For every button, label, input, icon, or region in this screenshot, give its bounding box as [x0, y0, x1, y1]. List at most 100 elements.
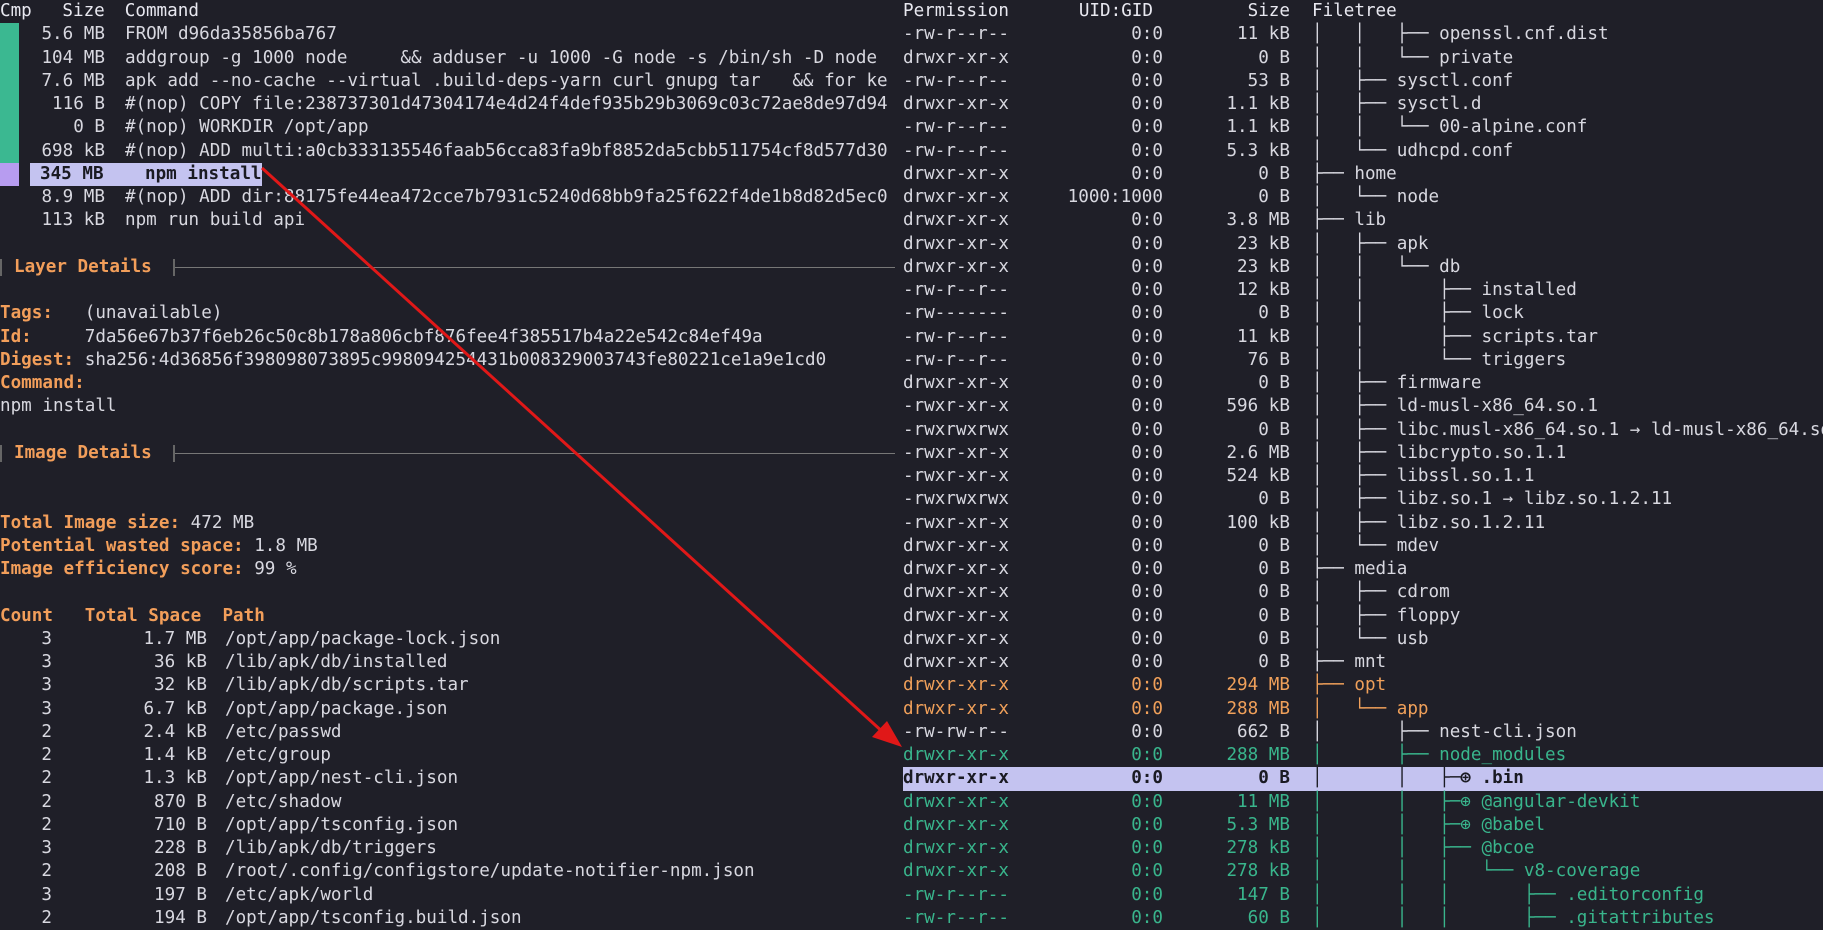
- file-uidgid: 0:0: [1131, 256, 1163, 277]
- layer-size: 8.9 MB: [41, 187, 105, 207]
- command-label: Command:: [0, 373, 85, 393]
- wasted-count: 3: [41, 698, 52, 719]
- filetree-row[interactable]: -rwxr-xr-x 0:0 596 kB │ ├── ld-musl-x86_64.…: [903, 395, 1823, 418]
- file-size: 11 MB: [1237, 791, 1290, 812]
- layer-row[interactable]: 7.6 MB apk add --no-cache --virtual .buil…: [0, 69, 895, 93]
- left-pane: Cmp Size Command 5.6 MB FROM d96da35856ba76…: [0, 0, 895, 928]
- wasted-count: 2: [41, 768, 52, 789]
- filetree-title: Filetree: [1312, 1, 1397, 21]
- layer-row[interactable]: 345 MB npm install: [0, 162, 895, 186]
- file-permission: drwxr-xr-x: [903, 373, 1009, 393]
- wasted-row: 3 6.7 kB/opt/app/package.json: [0, 698, 895, 721]
- wasted-total: 36 kB: [154, 652, 207, 672]
- filetree-row[interactable]: -rw-r--r-- 0:0 1.1 kB │ │ └── 00-alpine.con…: [903, 116, 1823, 139]
- filetree-row[interactable]: drwxr-xr-x 0:0 288 MB │ ├── node_modules: [903, 744, 1823, 767]
- filetree-row[interactable]: -rw-r--r-- 0:0 5.3 kB │ └── udhcpd.conf: [903, 140, 1823, 163]
- filetree-row[interactable]: drwxr-xr-x 0:0 0 B ├── home: [903, 163, 1823, 186]
- layer-row[interactable]: 8.9 MB #(nop) ADD dir:88175fe44ea472cce7b…: [0, 186, 895, 209]
- filetree-row[interactable]: -rw-r--r-- 0:0 12 kB │ │ ├── installed: [903, 279, 1823, 302]
- wasted-total: 710 B: [154, 814, 207, 835]
- filetree-row[interactable]: -rw-r--r-- 0:0 60 B │ │ │ ├── .gitattribute…: [903, 907, 1823, 930]
- file-uidgid: 1000:1000: [1067, 187, 1163, 207]
- filetree-row[interactable]: drwxr-xr-x 0:0 11 MB │ │ ├─⊕ @angular-devki…: [903, 791, 1823, 814]
- file-uidgid: 0:0: [1131, 47, 1163, 68]
- file-tree-entry: ├── mnt: [1312, 652, 1387, 672]
- filetree-row[interactable]: drwxr-xr-x 0:0 0 B │ │ └── private: [903, 47, 1823, 70]
- filetree-row[interactable]: drwxr-xr-x 0:0 1.1 kB │ ├── sysctl.d: [903, 93, 1823, 116]
- wasted-row: 3 228 B/lib/apk/db/triggers: [0, 837, 895, 860]
- filetree-row[interactable]: drwxr-xr-x 1000:1000 0 B │ └── node: [903, 186, 1823, 209]
- filetree-row[interactable]: drwxr-xr-x 0:0 5.3 MB │ │ ├─⊕ @babel: [903, 814, 1823, 837]
- filetree-row[interactable]: -rw------- 0:0 0 B │ │ ├── lock: [903, 302, 1823, 325]
- wasted-count: 3: [41, 675, 52, 696]
- filetree-row[interactable]: -rwxr-xr-x 0:0 524 kB │ ├── libssl.so.1.1: [903, 465, 1823, 488]
- file-uidgid: 0:0: [1131, 605, 1163, 626]
- filetree-list: -rw-r--r-- 0:0 11 kB │ │ ├── openssl.cnf.di…: [903, 23, 1823, 930]
- layer-row[interactable]: 116 B #(nop) COPY file:238737301d47304174…: [0, 93, 895, 117]
- layer-row[interactable]: 104 MB addgroup -g 1000 node && adduser -…: [0, 46, 895, 70]
- file-tree-entry: │ └── node: [1312, 187, 1440, 207]
- filetree-row[interactable]: -rw-r--r-- 0:0 11 kB │ │ ├── openssl.cnf.di…: [903, 23, 1823, 46]
- file-tree-entry: ├── lib: [1312, 210, 1387, 231]
- file-size: 0 B: [1258, 419, 1290, 440]
- layer-row[interactable]: 113 kB npm run build api: [0, 209, 895, 232]
- filetree-row[interactable]: drwxr-xr-x 0:0 278 kB │ │ │ └── v8-coverage: [903, 860, 1823, 883]
- filetree-row[interactable]: drwxr-xr-x 0:0 278 kB │ │ ├── @bcoe: [903, 837, 1823, 860]
- filetree-row[interactable]: -rwxrwxrwx 0:0 0 B │ ├── libz.so.1 → libz.s…: [903, 488, 1823, 511]
- file-permission: drwxr-xr-x: [903, 187, 1009, 207]
- wasted-row: 2 870 B/etc/shadow: [0, 791, 895, 814]
- wasted-count: 2: [41, 814, 52, 835]
- filetree-row[interactable]: drwxr-xr-x 0:0 288 MB │ └── app: [903, 698, 1823, 721]
- file-size: 0 B: [1258, 652, 1290, 672]
- file-permission: drwxr-xr-x: [903, 605, 1009, 626]
- file-tree-entry: │ │ ├── installed: [1312, 280, 1577, 300]
- wasted-count: 2: [41, 791, 52, 812]
- filetree-row[interactable]: drwxr-xr-x 0:0 0 B ├── mnt: [903, 651, 1823, 674]
- wasted-count: 2: [41, 861, 52, 882]
- filetree-row[interactable]: -rw-r--r-- 0:0 76 B │ │ └── triggers: [903, 349, 1823, 372]
- filetree-row[interactable]: drwxr-xr-x 0:0 3.8 MB ├── lib: [903, 209, 1823, 232]
- file-size: 0 B: [1258, 489, 1290, 510]
- filetree-row[interactable]: drwxr-xr-x 0:0 0 B │ ├── firmware: [903, 372, 1823, 395]
- filetree-row[interactable]: -rw-r--r-- 0:0 147 B │ │ │ ├── .editorconfi…: [903, 884, 1823, 907]
- filetree-row[interactable]: drwxr-xr-x 0:0 0 B │ └── mdev: [903, 535, 1823, 558]
- file-tree-entry: │ ├── libssl.so.1.1: [1312, 466, 1535, 486]
- filetree-row[interactable]: -rwxr-xr-x 0:0 2.6 MB │ ├── libcrypto.so.1.…: [903, 442, 1823, 465]
- filetree-row[interactable]: -rwxr-xr-x 0:0 100 kB │ ├── libz.so.1.2.11: [903, 512, 1823, 535]
- layer-row[interactable]: 5.6 MB FROM d96da35856ba767: [0, 23, 895, 47]
- filetree-row[interactable]: -rw-r--r-- 0:0 11 kB │ │ ├── scripts.tar: [903, 326, 1823, 349]
- filetree-row[interactable]: -rwxrwxrwx 0:0 0 B │ ├── libc.musl-x86_64.s…: [903, 419, 1823, 442]
- file-size: 0 B: [1258, 303, 1290, 324]
- filetree-row[interactable]: drwxr-xr-x 0:0 0 B │ │ ├─⊕ .bin: [903, 767, 1823, 791]
- command-header: Command: [124, 1, 199, 21]
- file-permission: drwxr-xr-x: [903, 47, 1009, 68]
- filetree-row[interactable]: drwxr-xr-x 0:0 0 B │ ├── floppy: [903, 605, 1823, 628]
- file-uidgid: 0:0: [1131, 94, 1163, 114]
- filetree-row[interactable]: -rw-rw-r-- 0:0 662 B │ ├── nest-cli.json: [903, 721, 1823, 744]
- wasted-total: 197 B: [154, 884, 207, 905]
- layer-row[interactable]: 0 B #(nop) WORKDIR /opt/app: [0, 116, 895, 140]
- file-size: 1.1 kB: [1226, 117, 1290, 138]
- filetree-row[interactable]: drwxr-xr-x 0:0 0 B ├── media: [903, 558, 1823, 581]
- file-size: 0 B: [1258, 187, 1290, 207]
- filetree-row[interactable]: drwxr-xr-x 0:0 294 MB ├── opt: [903, 674, 1823, 697]
- file-permission: drwxr-xr-x: [903, 582, 1009, 603]
- wasted-path: /lib/apk/db/triggers: [225, 838, 437, 858]
- filetree-row[interactable]: drwxr-xr-x 0:0 23 kB │ ├── apk: [903, 233, 1823, 256]
- file-uidgid: 0:0: [1131, 838, 1163, 858]
- filetree-row[interactable]: drwxr-xr-x 0:0 23 kB │ │ └── db: [903, 256, 1823, 279]
- file-tree-entry: │ │ ├── @bcoe: [1312, 838, 1535, 858]
- file-tree-entry: │ │ └── triggers: [1312, 349, 1567, 370]
- file-uidgid: 0:0: [1131, 303, 1163, 324]
- file-permission: drwxr-xr-x: [903, 861, 1009, 882]
- file-tree-entry: │ │ │ ├── .gitattributes: [1312, 907, 1715, 928]
- layer-row[interactable]: 698 kB #(nop) ADD multi:a0cb333135546faab…: [0, 139, 895, 163]
- filetree-row[interactable]: drwxr-xr-x 0:0 0 B │ ├── cdrom: [903, 581, 1823, 604]
- filetree-row[interactable]: drwxr-xr-x 0:0 0 B │ └── usb: [903, 628, 1823, 651]
- file-size: 23 kB: [1237, 233, 1290, 254]
- filetree-row[interactable]: -rw-r--r-- 0:0 53 B │ ├── sysctl.conf: [903, 70, 1823, 93]
- file-tree-entry: │ ├── apk: [1312, 233, 1429, 254]
- file-permission: -rwxrwxrwx: [903, 419, 1009, 440]
- file-size: 0 B: [1258, 163, 1290, 184]
- path-header: Path: [222, 605, 265, 626]
